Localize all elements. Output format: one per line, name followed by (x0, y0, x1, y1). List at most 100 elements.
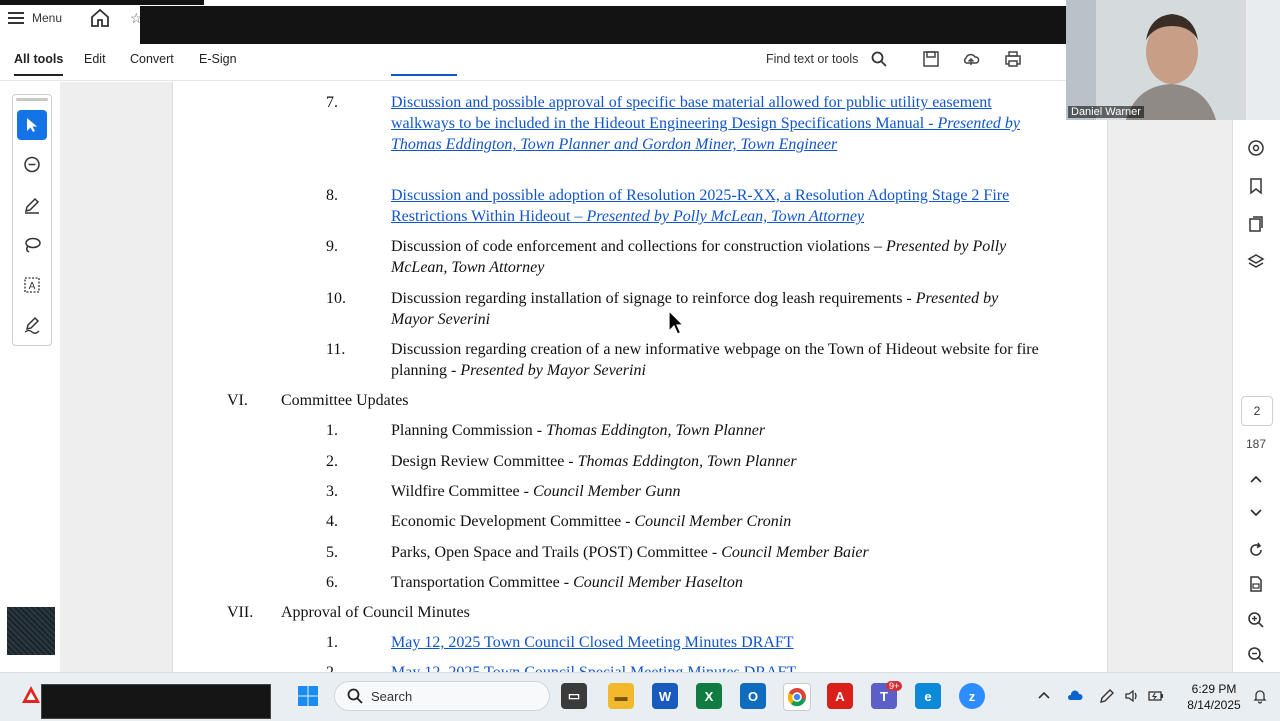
zoom-app-icon[interactable]: z (959, 683, 985, 709)
tab-convert[interactable]: Convert (130, 52, 174, 66)
edge-icon[interactable]: e (915, 683, 941, 709)
sign-tool-button[interactable] (17, 310, 47, 340)
outlook-icon[interactable]: O (740, 683, 766, 709)
item-text: Discussion regarding installation of sig… (391, 290, 916, 307)
notification-bell-icon[interactable] (1252, 688, 1268, 704)
battery-icon[interactable] (1148, 688, 1164, 704)
speaker-icon[interactable] (1124, 688, 1140, 704)
agenda-item-8[interactable]: Discussion and possible adoption of Reso… (391, 185, 1041, 227)
system-clock[interactable]: 6:29 PM 8/14/2025 (1186, 681, 1242, 713)
chevron-up-icon[interactable] (1247, 471, 1265, 489)
search-icon[interactable] (871, 51, 887, 67)
home-icon[interactable] (90, 8, 110, 28)
acrobat-taskbar-icon[interactable]: A (827, 683, 853, 709)
menu-button[interactable]: Menu (8, 6, 62, 30)
tab-edit[interactable]: Edit (84, 52, 106, 66)
chevron-up-icon[interactable] (1036, 688, 1052, 704)
presenter: Council Member Cronin (634, 513, 792, 530)
link-text: Discussion and possible approval of spec… (391, 94, 992, 132)
item-number: 2. (326, 453, 338, 470)
rotate-icon[interactable] (1247, 541, 1265, 559)
agenda-item-11: Discussion regarding creation of a new i… (391, 339, 1041, 381)
task-view-icon[interactable]: ▭ (561, 683, 587, 709)
item-number: 10. (326, 290, 346, 307)
onedrive-icon[interactable] (1067, 688, 1083, 704)
presenter: Council Member Haselton (573, 574, 743, 591)
item-number: 1. (326, 634, 338, 651)
word-icon[interactable]: W (652, 683, 678, 709)
minutes-link[interactable]: May 12, 2025 Town Council Special Meetin… (391, 664, 796, 672)
item-text: Parks, Open Space and Trails (POST) Comm… (391, 544, 722, 561)
item-text: Discussion of code enforcement and colle… (391, 238, 886, 255)
section-number: VII. (227, 604, 254, 621)
chevron-down-icon[interactable] (1247, 503, 1265, 521)
upload-cloud-icon[interactable] (962, 50, 980, 68)
comment-tool-button[interactable] (17, 150, 47, 180)
comment-icon (24, 156, 40, 173)
video-feed (1066, 0, 1280, 120)
committee-item: Design Review Committee - Thomas Eddingt… (391, 451, 1041, 472)
item-number: 6. (326, 574, 338, 591)
layers-icon[interactable] (1247, 253, 1265, 271)
committee-item: Wildfire Committee - Council Member Gunn (391, 481, 1041, 502)
presenter: Council Member Gunn (532, 483, 681, 500)
select-tool-button[interactable] (17, 110, 47, 140)
presenter: Council Member Baier (721, 544, 869, 561)
item-text: Economic Development Committee - (391, 513, 635, 530)
clock-date: 8/14/2025 (1187, 698, 1241, 712)
pages-icon[interactable] (1247, 215, 1265, 233)
bookmark-icon[interactable] (1247, 177, 1265, 195)
menu-label: Menu (32, 11, 63, 25)
agenda-item-7[interactable]: Discussion and possible approval of spec… (391, 92, 1041, 155)
thumbnail-redacted (7, 607, 55, 655)
section-number: VI. (227, 392, 248, 409)
agenda-item-link[interactable]: Discussion and possible approval of spec… (391, 94, 1020, 153)
presenter: Presented by Mayor Severini (460, 362, 646, 379)
find-text-or-tools[interactable]: Find text or tools (766, 52, 858, 66)
item-text: Transportation Committee - (391, 574, 574, 591)
minutes-link[interactable]: May 12, 2025 Town Council Closed Meeting… (391, 634, 794, 651)
committee-item: Economic Development Committee - Council… (391, 511, 1041, 532)
svg-text:A: A (29, 281, 36, 292)
minutes-item[interactable]: May 12, 2025 Town Council Closed Meeting… (391, 632, 1041, 653)
redacted-taskbar-region (41, 684, 271, 719)
rail-grip[interactable] (16, 98, 48, 101)
item-number: 2. (326, 664, 338, 672)
teams-notification-badge: 9+ (886, 681, 903, 691)
item-number: 5. (326, 544, 338, 561)
item-text: Design Review Committee - (391, 453, 578, 470)
committee-item: Transportation Committee - Council Membe… (391, 572, 1041, 593)
item-number: 4. (326, 513, 338, 530)
tab-all-tools[interactable]: All tools (14, 52, 64, 76)
participant-video-image (1066, 0, 1280, 120)
print-icon[interactable] (1004, 50, 1022, 68)
fit-page-icon[interactable] (1247, 575, 1265, 593)
chrome-icon[interactable] (783, 683, 811, 711)
agenda-item-10: Discussion regarding installation of sig… (391, 288, 1041, 330)
file-explorer-icon[interactable]: ▬ (608, 683, 634, 709)
adobe-acrobat-icon[interactable] (20, 684, 42, 706)
item-number: 7. (326, 94, 338, 111)
zoom-out-icon[interactable] (1247, 646, 1265, 664)
agenda-item-link[interactable]: Discussion and possible adoption of Reso… (391, 187, 1009, 225)
cursor-arrow-icon (27, 118, 37, 132)
save-icon[interactable] (922, 50, 940, 68)
clock-time: 6:29 PM (1191, 682, 1237, 696)
taskbar-search[interactable]: Search (334, 681, 550, 711)
tab-e-sign[interactable]: E-Sign (199, 52, 237, 66)
windows-start-icon[interactable] (296, 684, 320, 708)
current-page-input[interactable]: 2 (1241, 396, 1273, 426)
zoom-in-icon[interactable] (1247, 611, 1265, 629)
highlight-tool-button[interactable] (17, 190, 47, 220)
chrome-logo (787, 688, 806, 707)
presenter: Thomas Eddington, Town Planner (577, 453, 797, 470)
agenda-item-9: Discussion of code enforcement and colle… (391, 236, 1041, 278)
comment-panel-icon[interactable] (1247, 139, 1265, 157)
minutes-item[interactable]: May 12, 2025 Town Council Special Meetin… (391, 664, 1041, 672)
pen-tray-icon[interactable] (1099, 688, 1115, 704)
hamburger-icon (8, 12, 24, 24)
item-number: 3. (326, 483, 338, 500)
draw-tool-button[interactable] (17, 230, 47, 260)
excel-icon[interactable]: X (696, 683, 722, 709)
text-recognition-button[interactable]: A (17, 270, 47, 300)
